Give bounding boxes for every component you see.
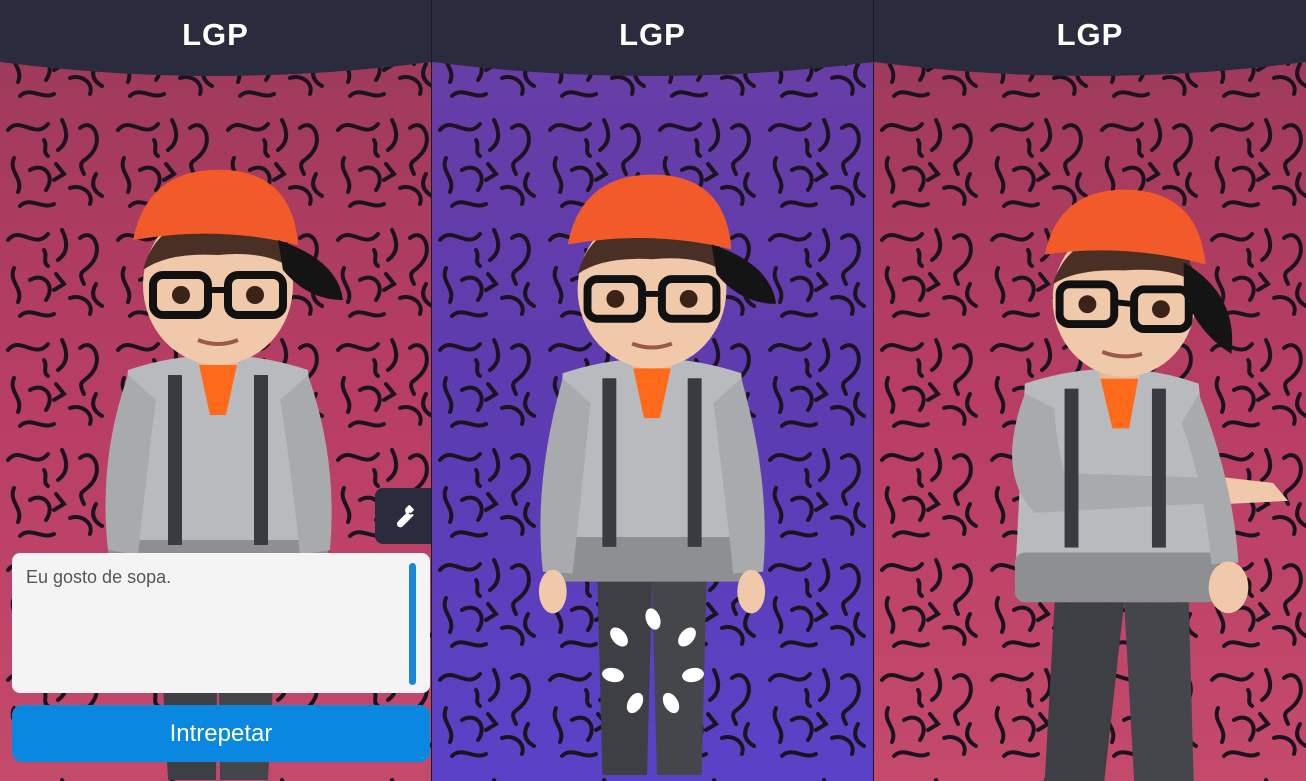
sentence-input-value: Eu gosto de sopa. xyxy=(26,567,172,587)
avatar-signing xyxy=(1012,189,1289,781)
app-header: LGP xyxy=(0,0,431,90)
interpret-button[interactable]: Intrepetar xyxy=(12,705,430,762)
wrench-icon xyxy=(396,505,414,528)
screen-avatar-signing: LGP xyxy=(874,0,1306,781)
screen-translator: LGP Eu gosto de sopa. Intrepetar xyxy=(0,0,431,781)
app-header: LGP xyxy=(432,0,873,90)
app-header: LGP xyxy=(874,0,1306,90)
app-title: LGP xyxy=(1056,17,1124,52)
app-title: LGP xyxy=(182,17,249,52)
app-title: LGP xyxy=(619,17,686,52)
settings-button[interactable] xyxy=(375,488,431,544)
screen-avatar-idle: LGP xyxy=(432,0,873,781)
sentence-input[interactable]: Eu gosto de sopa. xyxy=(12,553,430,693)
loading-spinner-icon xyxy=(602,608,704,714)
input-scrollbar[interactable] xyxy=(409,563,416,685)
